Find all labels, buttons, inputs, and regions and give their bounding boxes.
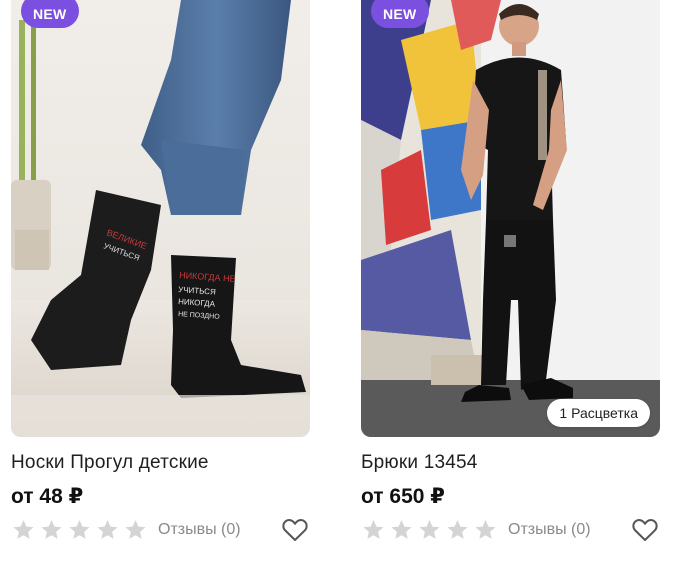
product-grid: ВЕЛИКИЕ УЧИТЬСЯ НИКОГДА НЕ УЧИТЬСЯ НИКОГ…: [0, 0, 673, 575]
reviews-link[interactable]: Отзывы (0): [158, 521, 241, 539]
star-icon: [419, 520, 440, 539]
product-image-pants[interactable]: NEW 1 Расцветка: [361, 0, 660, 437]
favorite-button[interactable]: [630, 515, 660, 545]
product-title[interactable]: Брюки 13454: [361, 452, 478, 474]
heart-outline-icon: [632, 519, 658, 541]
star-icon: [363, 520, 384, 539]
colors-count-badge: 1 Расцветка: [547, 399, 650, 427]
product-price: от 48 ₽: [11, 485, 84, 508]
product-price: от 650 ₽: [361, 485, 445, 508]
rating-stars: [11, 518, 148, 542]
product-card[interactable]: NEW 1 Расцветка Брюки 13454 от 650 ₽ Отз…: [361, 0, 660, 575]
star-icon: [69, 520, 90, 539]
new-badge: NEW: [21, 0, 79, 28]
star-icon: [125, 520, 146, 539]
heart-outline-icon: [282, 519, 308, 541]
product-title[interactable]: Носки Прогул детские: [11, 452, 209, 474]
star-icon: [475, 520, 496, 539]
star-icon: [97, 520, 118, 539]
pants-photo: [361, 0, 660, 437]
star-icon: [391, 520, 412, 539]
rating-row: Отзывы (0): [361, 515, 660, 545]
new-badge: NEW: [371, 0, 429, 28]
reviews-link[interactable]: Отзывы (0): [508, 521, 591, 539]
socks-photo: ВЕЛИКИЕ УЧИТЬСЯ НИКОГДА НЕ УЧИТЬСЯ НИКОГ…: [11, 0, 310, 437]
product-image-socks[interactable]: ВЕЛИКИЕ УЧИТЬСЯ НИКОГДА НЕ УЧИТЬСЯ НИКОГ…: [11, 0, 310, 437]
star-icon: [13, 520, 34, 539]
rating-stars: [361, 518, 498, 542]
product-card[interactable]: ВЕЛИКИЕ УЧИТЬСЯ НИКОГДА НЕ УЧИТЬСЯ НИКОГ…: [11, 0, 310, 575]
favorite-button[interactable]: [280, 515, 310, 545]
rating-row: Отзывы (0): [11, 515, 310, 545]
star-icon: [41, 520, 62, 539]
star-icon: [447, 520, 468, 539]
